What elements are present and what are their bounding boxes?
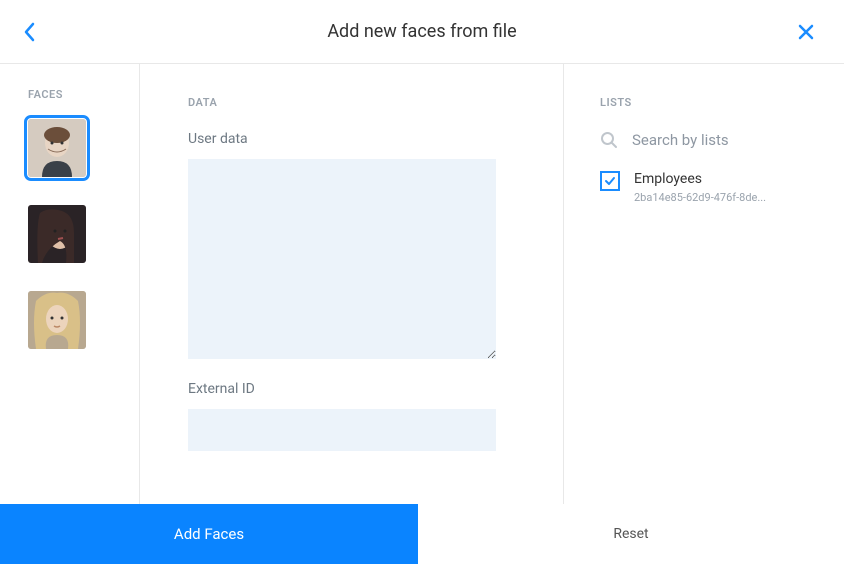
external-id-input[interactable] (188, 409, 496, 451)
close-button[interactable] (798, 24, 814, 44)
chevron-left-icon (24, 22, 36, 42)
user-data-label: User data (188, 131, 563, 147)
search-placeholder: Search by lists (632, 131, 729, 149)
face-thumbnail[interactable] (28, 119, 86, 177)
face-image (28, 119, 86, 177)
close-icon (798, 24, 814, 40)
face-image (28, 205, 86, 263)
list-item-id: 2ba14e85-62d9-476f-8de... (634, 191, 766, 204)
face-thumbnail[interactable] (28, 291, 86, 349)
lists-heading: LISTS (600, 96, 814, 109)
add-faces-button[interactable]: Add Faces (0, 504, 418, 564)
reset-button[interactable]: Reset (418, 504, 844, 564)
faces-heading: FACES (28, 88, 139, 101)
list-checkbox[interactable] (600, 171, 620, 191)
face-image (28, 291, 86, 349)
lists-search[interactable]: Search by lists (600, 131, 814, 149)
data-heading: DATA (188, 96, 563, 109)
page-title: Add new faces from file (327, 21, 516, 42)
check-icon (604, 175, 616, 187)
face-thumbnail[interactable] (28, 205, 86, 263)
list-item[interactable]: Employees 2ba14e85-62d9-476f-8de... (600, 171, 814, 204)
list-item-name: Employees (634, 171, 766, 187)
user-data-textarea[interactable] (188, 159, 496, 359)
external-id-label: External ID (188, 381, 563, 397)
back-button[interactable] (24, 22, 36, 46)
search-icon (600, 131, 618, 149)
